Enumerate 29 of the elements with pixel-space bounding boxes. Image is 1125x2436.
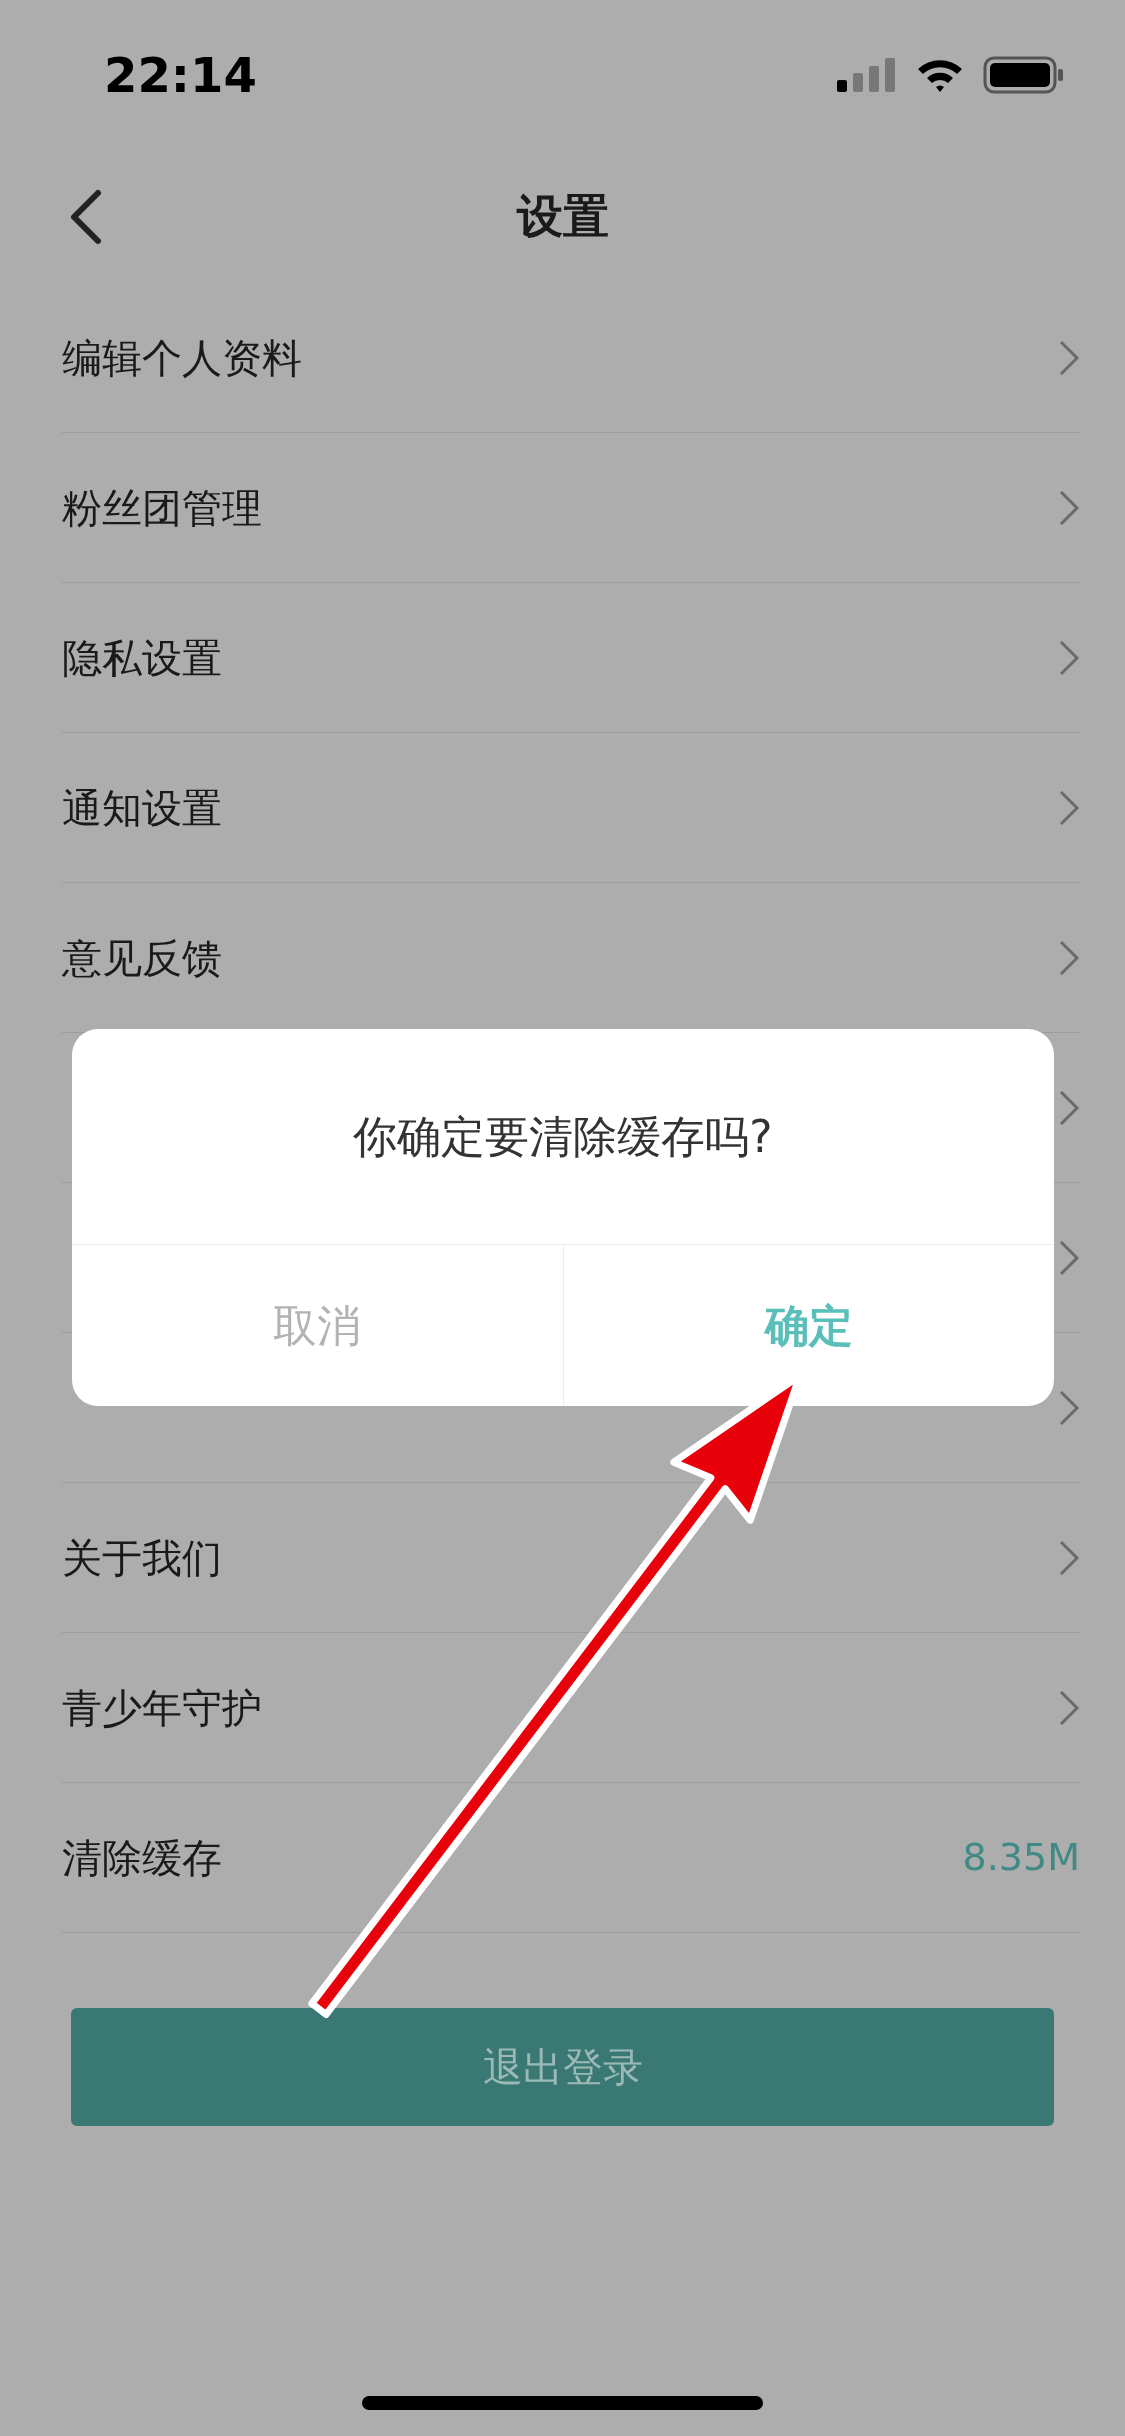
battery-icon bbox=[983, 56, 1065, 94]
row-label: 粉丝团管理 bbox=[62, 483, 262, 533]
settings-row[interactable]: 通知设置 bbox=[62, 733, 1080, 883]
back-icon[interactable] bbox=[68, 188, 102, 245]
chevron-icon bbox=[1058, 1388, 1080, 1427]
row-label: 编辑个人资料 bbox=[62, 333, 302, 383]
chevron-icon bbox=[1058, 488, 1080, 527]
chevron-icon bbox=[1058, 1688, 1080, 1727]
chevron-icon bbox=[1058, 1088, 1080, 1127]
row-label: 隐私设置 bbox=[62, 633, 222, 683]
signal-icon bbox=[837, 58, 897, 92]
settings-row[interactable]: 粉丝团管理 bbox=[62, 433, 1080, 583]
row-label: 意见反馈 bbox=[62, 933, 222, 983]
row-label: 关于我们 bbox=[62, 1533, 222, 1583]
cache-size: 8.35M bbox=[962, 1834, 1080, 1881]
chevron-icon bbox=[1058, 638, 1080, 677]
row-label: 清除缓存 bbox=[62, 1833, 222, 1883]
chevron-icon bbox=[1058, 1238, 1080, 1277]
chevron-icon bbox=[1058, 938, 1080, 977]
page-title: 设置 bbox=[516, 188, 609, 245]
settings-row[interactable]: 隐私设置 bbox=[62, 583, 1080, 733]
status-time: 22:14 bbox=[104, 46, 257, 105]
row-label: 通知设置 bbox=[62, 783, 222, 833]
chevron-icon bbox=[1058, 338, 1080, 377]
chevron-icon bbox=[1058, 1538, 1080, 1577]
settings-row[interactable]: 编辑个人资料 bbox=[62, 283, 1080, 433]
row-label: 青少年守护 bbox=[62, 1683, 262, 1733]
chevron-icon bbox=[1058, 788, 1080, 827]
dialog-message: 你确定要清除缓存吗? bbox=[353, 1109, 773, 1164]
